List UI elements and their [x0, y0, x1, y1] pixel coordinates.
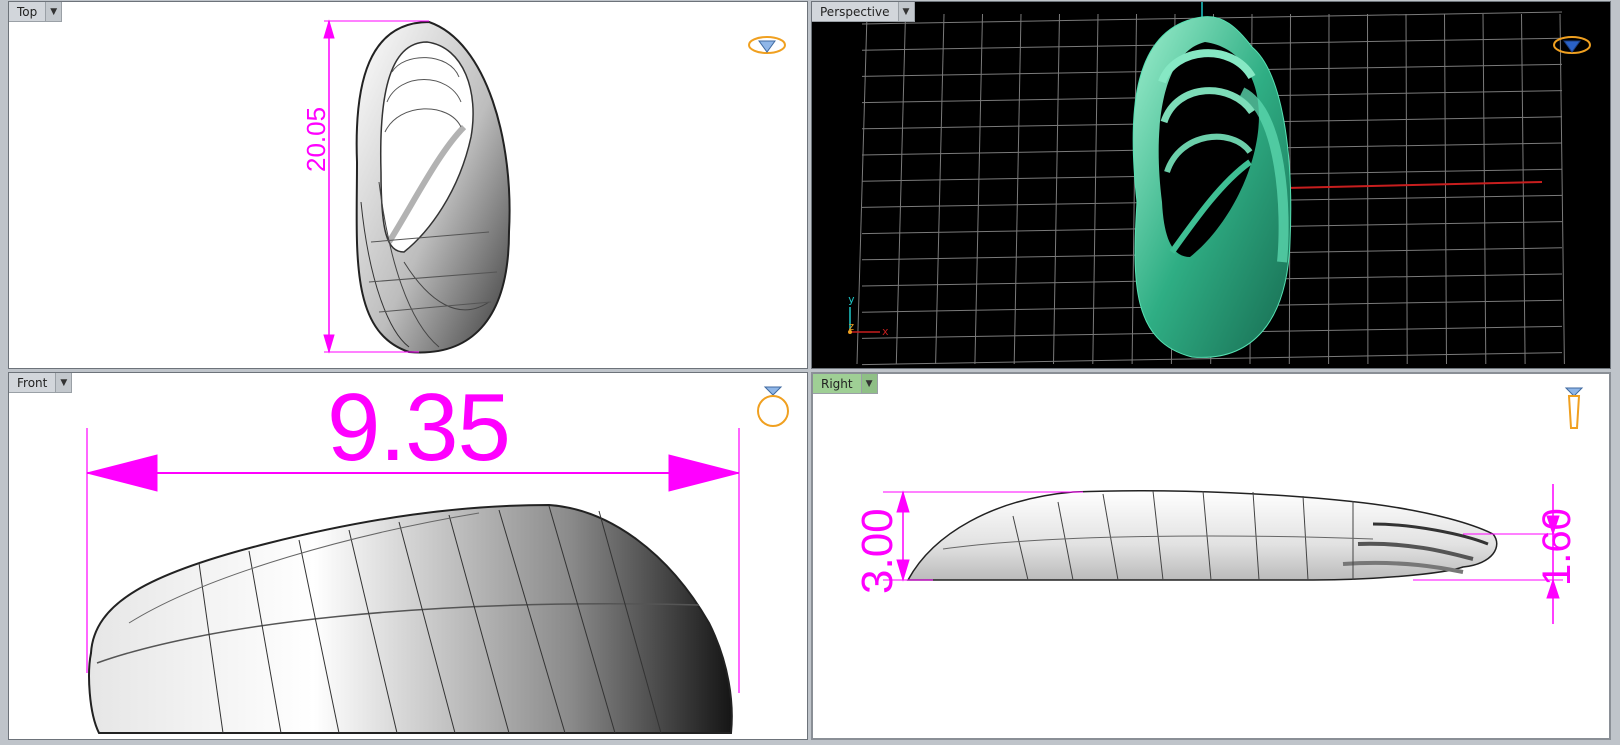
grid-line — [1521, 13, 1526, 365]
chevron-down-icon[interactable]: ▼ — [898, 2, 915, 22]
chevron-down-icon[interactable]: ▼ — [46, 2, 63, 22]
viewport-tab-perspective[interactable]: Perspective ▼ — [812, 2, 915, 22]
grid-line — [1482, 13, 1487, 365]
axis-label-z: z — [848, 320, 855, 333]
grid-line — [1405, 13, 1408, 365]
ring-model-top — [355, 20, 511, 354]
dimension-label-top[interactable]: 20.05 — [301, 107, 332, 172]
ring-model-front — [88, 503, 733, 734]
grid-line — [935, 13, 945, 365]
viewport-title-perspective[interactable]: Perspective — [812, 2, 899, 22]
ring-front-view-icon[interactable] — [753, 379, 793, 431]
grid-line — [1092, 13, 1099, 365]
grid-line — [856, 13, 868, 365]
viewport-top[interactable]: Top ▼ 20.05 — [8, 1, 808, 369]
dimension-label-front[interactable]: 9.35 — [327, 373, 511, 483]
grid-line — [1053, 13, 1060, 365]
ring-side-view-icon[interactable] — [1559, 380, 1589, 434]
viewport-title-front[interactable]: Front — [9, 373, 57, 393]
ring-top-view-icon[interactable] — [745, 32, 789, 58]
viewport-tab-right[interactable]: Right ▼ — [813, 374, 878, 394]
axis-label-y: y — [848, 293, 855, 306]
viewport-title-right[interactable]: Right — [813, 374, 862, 394]
axis-label-x: x — [882, 325, 889, 338]
ring-perspective-view-icon[interactable] — [1550, 32, 1594, 58]
perspective-view-canvas[interactable] — [812, 2, 1611, 369]
viewport-front[interactable]: Front ▼ 9.35 — [8, 372, 808, 740]
viewport-workspace: Top ▼ 20.05 Perspective ▼ y z x Front ▼ … — [0, 0, 1620, 745]
grid-line — [974, 13, 983, 365]
viewport-right[interactable]: Right ▼ 3.00 1.60 — [811, 372, 1611, 740]
top-view-canvas[interactable] — [9, 2, 808, 369]
chevron-down-icon[interactable]: ▼ — [861, 374, 878, 394]
ring-model-right — [906, 489, 1498, 581]
viewport-title-top[interactable]: Top — [9, 2, 47, 22]
ring-model-perspective — [1132, 16, 1292, 358]
chevron-down-icon[interactable]: ▼ — [56, 373, 73, 393]
grid-line — [1559, 13, 1565, 365]
viewport-tab-front[interactable]: Front ▼ — [9, 373, 73, 393]
dimension-label-right-b[interactable]: 1.60 — [1535, 508, 1580, 586]
right-view-canvas[interactable] — [813, 374, 1611, 740]
viewport-tab-top[interactable]: Top ▼ — [9, 2, 63, 22]
viewport-perspective[interactable]: Perspective ▼ y z x — [811, 1, 1611, 369]
dimension-label-right-a[interactable]: 3.00 — [853, 508, 903, 594]
grid-line — [1013, 13, 1022, 365]
